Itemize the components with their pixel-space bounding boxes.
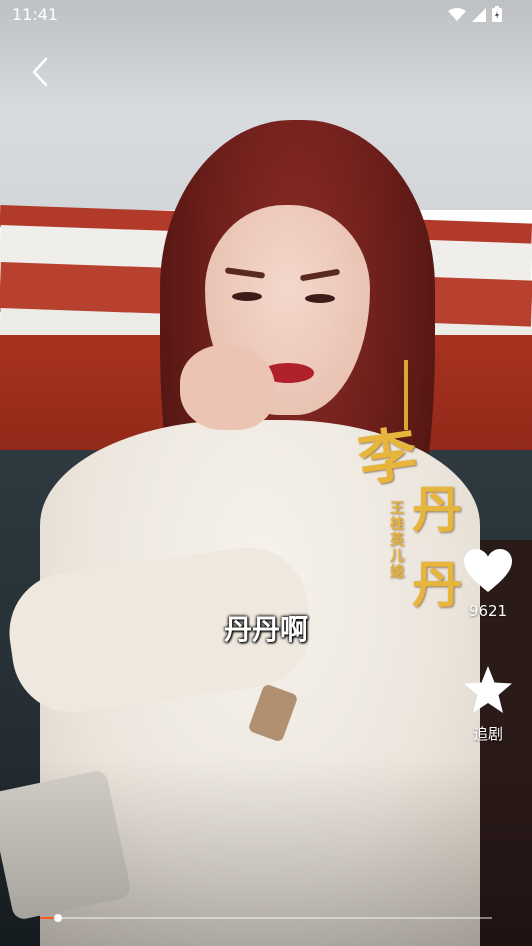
follow-drama-label: 追剧	[472, 725, 503, 743]
video-subtitle: 丹丹啊	[223, 613, 308, 646]
status-icons	[448, 6, 502, 26]
back-button[interactable]	[22, 56, 58, 92]
status-time: 11:41	[12, 5, 59, 24]
wifi-icon	[448, 7, 466, 26]
character-name-char-2: 丹	[412, 480, 462, 539]
status-bar: 11:41	[0, 0, 532, 30]
chevron-left-icon	[30, 57, 50, 91]
heart-icon	[463, 548, 513, 598]
like-button[interactable]: 9621	[460, 548, 516, 620]
like-count: 9621	[468, 602, 508, 620]
follow-drama-button[interactable]: 追剧	[460, 665, 516, 744]
battery-icon	[492, 6, 502, 26]
star-icon	[462, 665, 514, 719]
character-role-caption: 王桂英儿媳	[388, 500, 404, 580]
video-frame[interactable]: 李 丹 丹 王桂英儿媳	[0, 0, 532, 946]
playback-progress-bar[interactable]	[40, 914, 492, 922]
signal-icon	[472, 7, 486, 26]
character-name-char-3: 丹	[412, 555, 462, 614]
